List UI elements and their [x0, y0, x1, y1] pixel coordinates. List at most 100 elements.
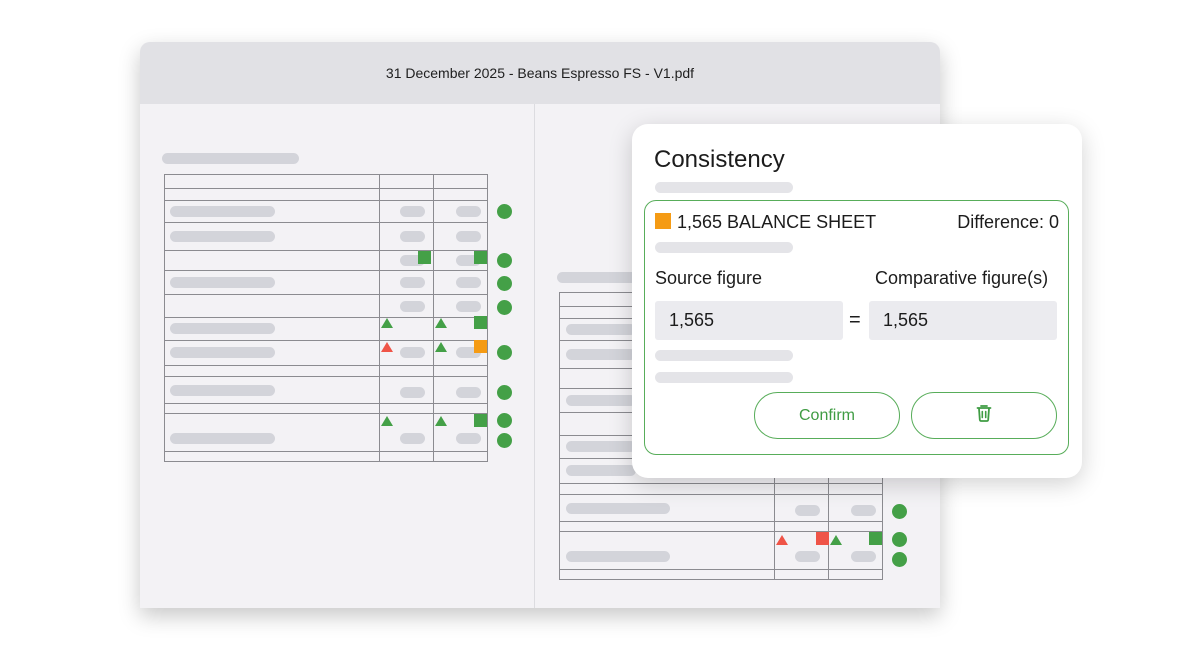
comparative-figure-value: 1,565: [883, 310, 929, 330]
up-triangle-marker[interactable]: [435, 318, 447, 328]
comparative-figure-field[interactable]: 1,565: [869, 301, 1057, 340]
up-triangle-marker[interactable]: [435, 416, 447, 426]
confirm-label: Confirm: [798, 406, 855, 424]
check-status-dot[interactable]: [497, 204, 512, 219]
placeholder-subtitle: [655, 182, 793, 193]
match-square-marker[interactable]: [474, 316, 487, 329]
error-square-marker[interactable]: [816, 532, 829, 545]
table-line: [559, 569, 883, 570]
table-line: [559, 435, 639, 436]
pdf-header: 31 December 2025 - Beans Espresso FS - V…: [140, 42, 940, 104]
pdf-title: 31 December 2025 - Beans Espresso FS - V…: [385, 65, 695, 81]
table-line: [164, 270, 488, 271]
table-line: [559, 388, 639, 389]
placeholder-value: [400, 277, 425, 288]
match-square-marker[interactable]: [474, 414, 487, 427]
placeholder-row-label: [170, 385, 275, 396]
table-line: [164, 200, 488, 201]
table-line: [559, 458, 639, 459]
table-line: [559, 579, 883, 580]
placeholder-value: [851, 551, 876, 562]
placeholder-row-label: [170, 206, 275, 217]
match-square-marker[interactable]: [869, 532, 882, 545]
placeholder-value: [456, 433, 481, 444]
match-square-marker[interactable]: [474, 251, 487, 264]
table-line: [379, 174, 380, 462]
page-divider: [534, 104, 535, 608]
up-triangle-marker[interactable]: [381, 318, 393, 328]
table-line: [164, 451, 488, 452]
placeholder-row-label: [566, 395, 636, 406]
placeholder-value: [400, 433, 425, 444]
delete-button[interactable]: [911, 392, 1057, 439]
comparative-figure-label: Comparative figure(s): [875, 268, 1049, 288]
check-status-dot[interactable]: [497, 413, 512, 428]
table-line: [559, 412, 639, 413]
table-line: [164, 376, 488, 377]
table-line: [559, 292, 560, 580]
table-line: [164, 340, 488, 341]
placeholder-line: [655, 350, 793, 361]
equals-sign: =: [849, 309, 861, 331]
placeholder-heading: [162, 153, 299, 164]
table-line: [559, 318, 639, 319]
up-triangle-marker[interactable]: [830, 535, 842, 545]
placeholder-row-label: [170, 231, 275, 242]
check-status-dot[interactable]: [497, 385, 512, 400]
placeholder-value: [400, 347, 425, 358]
check-item-label: 1,565 BALANCE SHEET: [677, 212, 877, 232]
placeholder-value: [795, 505, 820, 516]
check-status-dot[interactable]: [497, 276, 512, 291]
placeholder-row-label: [170, 347, 275, 358]
placeholder-value: [456, 301, 481, 312]
placeholder-value: [400, 231, 425, 242]
placeholder-row-label: [170, 323, 275, 334]
placeholder-row-label: [170, 277, 275, 288]
confirm-button[interactable]: Confirm: [754, 392, 900, 439]
trash-icon: [976, 404, 992, 427]
table-line: [774, 470, 775, 580]
match-square-marker[interactable]: [418, 251, 431, 264]
check-status-dot[interactable]: [497, 433, 512, 448]
table-line: [433, 174, 434, 462]
table-line: [559, 483, 883, 484]
check-status-dot[interactable]: [497, 345, 512, 360]
table-line: [559, 494, 883, 495]
difference-value: Difference: 0: [957, 212, 1059, 232]
status-square-icon: [655, 213, 671, 229]
placeholder-row-label: [566, 349, 636, 360]
table-line: [487, 174, 488, 462]
table-line: [828, 470, 829, 580]
table-line: [164, 294, 488, 295]
up-triangle-error-marker[interactable]: [776, 535, 788, 545]
source-figure-field[interactable]: 1,565: [655, 301, 843, 340]
placeholder-value: [400, 387, 425, 398]
placeholder-row-label: [170, 433, 275, 444]
up-triangle-marker[interactable]: [435, 342, 447, 352]
check-status-dot[interactable]: [892, 532, 907, 547]
table-line: [164, 174, 165, 462]
placeholder-row-label: [566, 441, 636, 452]
table-line: [559, 521, 883, 522]
table-line: [559, 340, 639, 341]
selected-square-marker[interactable]: [474, 340, 487, 353]
check-status-dot[interactable]: [892, 504, 907, 519]
up-triangle-marker[interactable]: [381, 416, 393, 426]
table-line: [164, 365, 488, 366]
placeholder-line: [655, 242, 793, 253]
table-line: [164, 250, 488, 251]
check-status-dot[interactable]: [497, 253, 512, 268]
source-figure-value: 1,565: [669, 310, 715, 330]
placeholder-value: [456, 277, 481, 288]
placeholder-row-label: [566, 465, 636, 476]
placeholder-value: [795, 551, 820, 562]
placeholder-value: [456, 387, 481, 398]
placeholder-value: [400, 206, 425, 217]
table-line: [164, 403, 488, 404]
check-status-dot[interactable]: [892, 552, 907, 567]
panel-title: Consistency: [654, 146, 785, 173]
check-status-dot[interactable]: [497, 300, 512, 315]
up-triangle-error-marker[interactable]: [381, 342, 393, 352]
table-line: [164, 413, 488, 414]
placeholder-value: [456, 206, 481, 217]
